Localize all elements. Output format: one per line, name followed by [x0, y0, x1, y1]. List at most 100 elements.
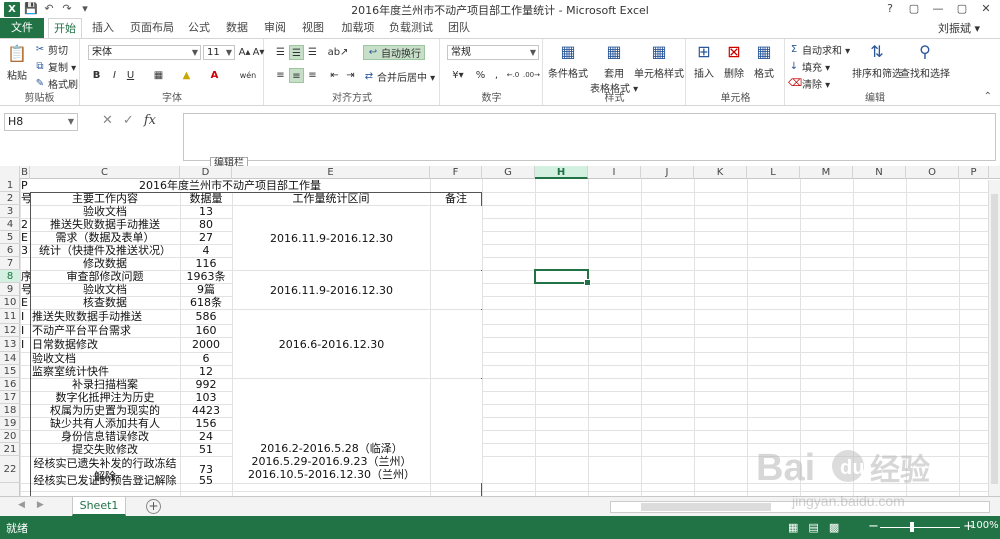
fill-color-icon[interactable]: ▲ [179, 68, 194, 83]
row-header[interactable]: 20 [0, 430, 20, 443]
align-left-icon[interactable]: ≡ [273, 68, 288, 83]
find-select-button[interactable]: ⚲ 查找和选择 [900, 41, 950, 80]
cell-styles-button[interactable]: ▦ 单元格样式 [634, 41, 684, 80]
maximize-button[interactable]: ▢ [950, 0, 974, 18]
header-work-content[interactable]: 主要工作内容 [30, 192, 180, 205]
period-cell-4[interactable]: 2016.2-2016.5.28（临泽） 2016.5.29-2016.9.23… [233, 379, 430, 483]
insert-function-button[interactable]: fx [144, 113, 156, 128]
table-cell-content[interactable]: 缺少共有人添加共有人 [30, 417, 180, 430]
row-header[interactable]: 13 [0, 337, 20, 352]
name-box[interactable]: H8 ▼ [4, 113, 78, 131]
cell-b[interactable]: 号 [21, 283, 30, 296]
table-cell-amount[interactable]: 27 [180, 231, 232, 244]
column-header[interactable]: E [232, 166, 430, 179]
insert-cells-button[interactable]: ⊞ 插入 [693, 41, 715, 80]
header-amount[interactable]: 数据量 [180, 192, 232, 205]
vertical-scrollbar[interactable] [988, 180, 1000, 496]
remark-cell[interactable] [431, 379, 482, 483]
zoom-out-button[interactable]: − [868, 519, 879, 534]
border-icon[interactable]: ▦ [151, 68, 166, 83]
table-cell-amount[interactable]: 1963条 [180, 270, 232, 283]
header-period[interactable]: 工作量统计区间 [232, 192, 430, 205]
zoom-slider-knob[interactable] [910, 522, 914, 532]
column-header[interactable]: N [853, 166, 906, 179]
row-header[interactable]: 16 [0, 378, 20, 391]
table-cell-amount[interactable]: 618条 [180, 296, 232, 309]
tab-team[interactable]: 团队 [442, 18, 476, 38]
remark-cell[interactable] [431, 271, 482, 309]
row-header[interactable]: 4 [0, 218, 20, 231]
column-header[interactable]: I [588, 166, 641, 179]
column-header-selected[interactable]: H [535, 166, 588, 179]
bold-button[interactable]: B [89, 68, 104, 83]
next-sheet-icon[interactable]: ▶ [37, 500, 44, 510]
table-cell-content[interactable]: 验收文档 [30, 205, 180, 218]
table-cell-content[interactable]: 统计（快捷件及推送状况） [30, 244, 180, 257]
column-header[interactable]: K [694, 166, 747, 179]
row-header[interactable]: 11 [0, 309, 20, 324]
row-header[interactable]: 6 [0, 244, 20, 257]
row-header-selected[interactable]: 8 [0, 270, 20, 283]
zoom-slider[interactable] [880, 527, 960, 528]
table-cell-content[interactable]: 日常数据修改 [30, 337, 180, 352]
cell-b[interactable]: E [21, 296, 30, 309]
column-header[interactable]: M [800, 166, 853, 179]
paste-button[interactable]: 📋 粘贴 [6, 43, 28, 82]
italic-button[interactable]: I [107, 68, 122, 83]
cell-b[interactable]: 序 [21, 270, 30, 283]
column-header[interactable]: L [747, 166, 800, 179]
table-cell-content[interactable]: 验收文档 [30, 352, 180, 365]
table-cell-amount[interactable]: 12 [180, 365, 232, 378]
align-top-icon[interactable]: ☰ [273, 45, 288, 60]
minimize-button[interactable]: — [926, 0, 950, 18]
tab-file[interactable]: 文件 [0, 18, 44, 38]
table-cell-amount[interactable]: 116 [180, 257, 232, 270]
row-header[interactable]: 7 [0, 257, 20, 270]
enter-icon[interactable]: ✓ [123, 113, 134, 128]
table-cell-content[interactable]: 身份信息错误修改 [30, 430, 180, 443]
table-cell-amount[interactable]: 4 [180, 244, 232, 257]
row-header[interactable]: 3 [0, 205, 20, 218]
table-cell-amount[interactable]: 51 [180, 443, 232, 456]
scroll-thumb[interactable] [991, 194, 998, 484]
sheet-title[interactable]: 2016年度兰州市不动产项目部工作量 [30, 179, 430, 192]
table-cell-amount[interactable]: 13 [180, 205, 232, 218]
cell-b[interactable]: 3 [21, 244, 30, 257]
row-header[interactable]: 1 [0, 179, 20, 192]
increase-decimal-button[interactable]: ←.0 [505, 68, 521, 83]
row-header[interactable]: 22 [0, 456, 20, 483]
table-cell-content[interactable]: 核查数据 [30, 296, 180, 309]
copy-button[interactable]: ⧉ 复制 ▾ [34, 59, 76, 75]
table-cell-amount[interactable]: 160 [180, 324, 232, 337]
sheet-tab-sheet1[interactable]: Sheet1 [72, 497, 126, 516]
tab-review[interactable]: 审阅 [258, 18, 292, 38]
column-header[interactable]: O [906, 166, 959, 179]
column-header[interactable]: F [430, 166, 482, 179]
phonetic-button[interactable]: wén [237, 68, 259, 83]
sort-filter-button[interactable]: ⇅ 排序和筛选 [852, 41, 902, 80]
tab-view[interactable]: 视图 [296, 18, 330, 38]
underline-button[interactable]: U [123, 68, 138, 83]
cancel-icon[interactable]: ✕ [102, 113, 113, 128]
table-cell-content[interactable]: 数字化抵押注为历史 [30, 391, 180, 404]
cell-b[interactable]: 号 [21, 192, 30, 205]
row-header[interactable]: 9 [0, 283, 20, 296]
cell-b[interactable]: E [21, 231, 30, 244]
column-header[interactable]: D [180, 166, 232, 179]
table-cell-content[interactable]: 经核实已发证的预告登记解除 [30, 471, 180, 491]
table-cell-content[interactable]: 推送失败数据手动推送 [30, 309, 180, 324]
column-header[interactable]: J [641, 166, 694, 179]
header-remark[interactable]: 备注 [430, 192, 482, 205]
remark-cell[interactable] [431, 310, 482, 378]
table-cell-amount[interactable]: 4423 [180, 404, 232, 417]
table-cell-amount[interactable]: 6 [180, 352, 232, 365]
formula-input[interactable] [183, 113, 996, 161]
period-cell-3[interactable]: 2016.6-2016.12.30 [233, 310, 430, 378]
row-header[interactable]: 21 [0, 443, 20, 456]
help-button[interactable]: ? [878, 0, 902, 18]
row-header[interactable]: 10 [0, 296, 20, 309]
row-header[interactable]: 19 [0, 417, 20, 430]
format-cells-button[interactable]: ▦ 格式 [753, 41, 775, 80]
align-right-icon[interactable]: ≡ [305, 68, 320, 83]
font-size-combo[interactable]: 11 ▼ [203, 45, 235, 60]
